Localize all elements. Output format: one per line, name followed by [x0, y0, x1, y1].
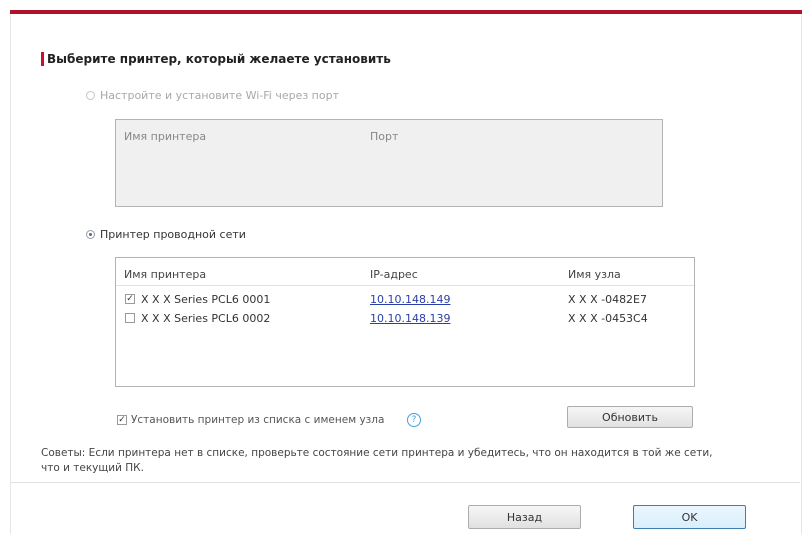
title-accent-mark — [41, 52, 44, 66]
row-checkbox[interactable] — [125, 313, 135, 323]
install-by-host-label: Установить принтер из списка с именем уз… — [131, 414, 385, 426]
page-title: Выберите принтер, который желаете устано… — [41, 52, 391, 66]
page-title-text: Выберите принтер, который желаете устано… — [47, 52, 391, 66]
refresh-button[interactable]: Обновить — [567, 406, 693, 428]
ok-button[interactable]: OK — [633, 505, 746, 529]
printer-name-cell: X X X Series PCL6 0001 — [141, 293, 271, 306]
wired-network-radio[interactable]: Принтер проводной сети — [86, 228, 246, 241]
col-header-printer-name: Имя принтера — [124, 268, 207, 281]
host-name-cell: X X X -0453C4 — [568, 312, 648, 325]
ip-address-link[interactable]: 10.10.148.139 — [370, 312, 450, 325]
ip-address-link[interactable]: 10.10.148.149 — [370, 293, 450, 306]
wired-radio-label: Принтер проводной сети — [100, 228, 246, 241]
col-header-printer-name: Имя принтера — [124, 130, 207, 143]
wired-radio-dot — [86, 230, 95, 239]
col-header-host-name: Имя узла — [568, 268, 621, 281]
wifi-port-radio[interactable]: Настройте и установите Wi-Fi через порт — [86, 89, 339, 102]
wifi-printer-list[interactable]: Имя принтера Порт — [115, 119, 663, 207]
help-icon[interactable]: ? — [407, 413, 421, 427]
header-divider — [116, 285, 694, 286]
table-row[interactable]: ✓ X X X Series PCL6 0001 10.10.148.149 X… — [116, 291, 694, 309]
printer-name-cell: X X X Series PCL6 0002 — [141, 312, 271, 325]
install-by-host-checkbox[interactable]: ✓ — [117, 415, 127, 425]
tips-text: Советы: Если принтера нет в списке, пров… — [41, 447, 713, 474]
col-header-port: Порт — [370, 130, 399, 143]
table-row[interactable]: X X X Series PCL6 0002 10.10.148.139 X X… — [116, 310, 694, 328]
wifi-radio-label: Настройте и установите Wi-Fi через порт — [100, 89, 339, 102]
footer-divider — [11, 482, 800, 483]
wired-printer-list[interactable]: Имя принтера IP-адрес Имя узла ✓ X X X S… — [115, 257, 695, 387]
row-checkbox[interactable]: ✓ — [125, 294, 135, 304]
col-header-ip-address: IP-адрес — [370, 268, 418, 281]
wifi-radio-dot — [86, 91, 95, 100]
host-name-cell: X X X -0482E7 — [568, 293, 648, 306]
back-button[interactable]: Назад — [468, 505, 581, 529]
